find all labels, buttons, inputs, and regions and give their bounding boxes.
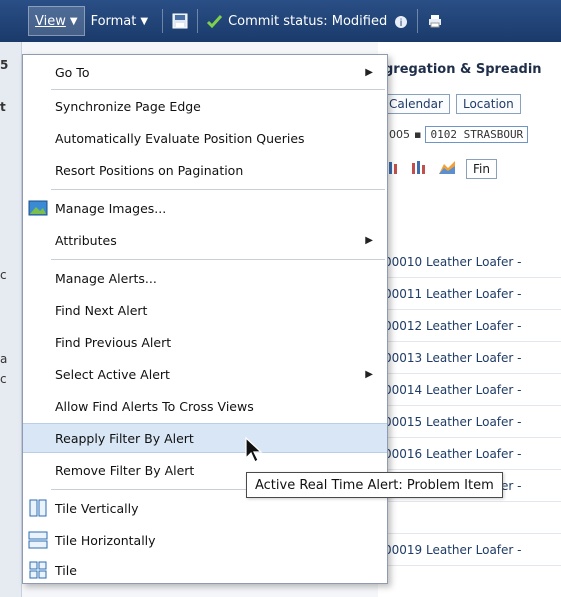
svg-text:i: i	[400, 18, 403, 29]
dimension-tabs: Calendar Location	[382, 94, 521, 114]
find-field[interactable]: Fin	[466, 159, 497, 179]
tile-grid-icon	[27, 561, 49, 579]
menu-item-label: Go To	[55, 64, 90, 80]
top-toolbar: View ▼ Format ▼ Commit status: Modified …	[0, 0, 561, 42]
menu-item-label: Allow Find Alerts To Cross Views	[55, 398, 254, 414]
menu-item-find-previous-alert[interactable]: Find Previous Alert	[23, 327, 387, 357]
menu-item-allow-cross-views[interactable]: Allow Find Alerts To Cross Views	[23, 391, 387, 421]
list-item[interactable]: 00014 Leather Loafer -	[378, 374, 561, 406]
area-chart-icon[interactable]	[438, 158, 456, 180]
menu-item-find-next-alert[interactable]: Find Next Alert	[23, 295, 387, 325]
image-icon	[27, 199, 49, 217]
chevron-down-icon: ▼	[69, 15, 78, 27]
tab-calendar[interactable]: Calendar	[382, 94, 450, 114]
list-item[interactable]: 00011 Leather Loafer -	[378, 278, 561, 310]
workbook-panel: gregation & Spreadin Calendar Location 2…	[378, 42, 561, 597]
view-menu-label: View	[35, 13, 66, 29]
left-panel-edge: 5 t c a c	[0, 42, 22, 597]
menu-item-label: Resort Positions on Pagination	[55, 162, 244, 178]
menu-item-label: Manage Alerts...	[55, 270, 157, 286]
left-strip-text: 5	[0, 58, 9, 72]
column-chart-icon[interactable]	[410, 158, 428, 180]
print-icon[interactable]	[426, 12, 444, 30]
chevron-down-icon: ▼	[140, 15, 149, 27]
menu-item-select-active-alert[interactable]: Select Active Alert ▶	[23, 359, 387, 389]
tile-vertical-icon	[27, 499, 49, 517]
submenu-arrow-icon: ▶	[365, 368, 373, 380]
menu-divider	[51, 89, 385, 90]
list-item[interactable]	[378, 502, 561, 534]
menu-item-synchronize-page-edge[interactable]: Synchronize Page Edge	[23, 91, 387, 121]
menu-item-resort-positions[interactable]: Resort Positions on Pagination	[23, 155, 387, 185]
commit-icon	[206, 12, 224, 30]
tab-location[interactable]: Location	[455, 94, 521, 114]
bullet-icon: ▪	[414, 128, 422, 141]
list-item[interactable]: 00010 Leather Loafer -	[378, 246, 561, 278]
info-icon[interactable]: i	[391, 12, 409, 30]
menu-item-reapply-filter-by-alert[interactable]: Reapply Filter By Alert	[23, 423, 387, 453]
list-item[interactable]: 00019 Leather Loafer -	[378, 534, 561, 566]
menu-item-label: Synchronize Page Edge	[55, 98, 201, 114]
menu-item-evaluate-position-queries[interactable]: Automatically Evaluate Position Queries	[23, 123, 387, 153]
list-item[interactable]: 00016 Leather Loafer -	[378, 438, 561, 470]
menu-item-label: Tile Vertically	[55, 500, 139, 516]
list-item[interactable]: 00013 Leather Loafer -	[378, 342, 561, 374]
item-list: 00010 Leather Loafer - 00011 Leather Loa…	[378, 246, 561, 566]
list-item[interactable]: 00015 Leather Loafer -	[378, 406, 561, 438]
toolbar-divider	[162, 9, 164, 33]
toolbar-divider	[197, 9, 199, 33]
left-strip-text: a	[0, 352, 8, 366]
menu-item-tile[interactable]: Tile	[23, 555, 387, 585]
menu-item-manage-alerts[interactable]: Manage Alerts...	[23, 263, 387, 293]
menu-item-label: Manage Images...	[55, 200, 167, 216]
mouse-cursor-icon	[245, 436, 263, 463]
menu-item-label: Remove Filter By Alert	[55, 462, 195, 478]
menu-item-label: Find Previous Alert	[55, 334, 172, 350]
alert-tooltip: Active Real Time Alert: Problem Item	[246, 472, 503, 498]
menu-item-label: Tile	[55, 562, 77, 578]
panel-title: gregation & Spreadin	[384, 62, 542, 77]
left-strip-text: c	[0, 268, 7, 282]
menu-divider	[51, 189, 385, 190]
format-menu-label: Format	[90, 13, 137, 29]
list-item[interactable]: 00012 Leather Loafer -	[378, 310, 561, 342]
commit-status-text: Commit status: Modified	[228, 13, 388, 29]
toolbar-divider	[417, 9, 419, 33]
menu-item-label: Find Next Alert	[55, 302, 148, 318]
menu-item-label: Tile Horizontally	[55, 532, 156, 548]
menu-item-go-to[interactable]: Go To ▶	[23, 57, 387, 87]
menu-item-tile-horizontally[interactable]: Tile Horizontally	[23, 525, 387, 555]
menu-item-label: Reapply Filter By Alert	[55, 430, 194, 446]
submenu-arrow-icon: ▶	[365, 234, 373, 246]
view-menu-button[interactable]: View ▼	[28, 6, 85, 36]
tile-horizontal-icon	[27, 531, 49, 549]
menu-item-manage-images[interactable]: Manage Images...	[23, 193, 387, 223]
filter-breadcrumb: 2005 ▪ 0102 STRASBOUR	[382, 126, 529, 143]
screen: View ▼ Format ▼ Commit status: Modified …	[0, 0, 561, 597]
submenu-arrow-icon: ▶	[365, 66, 373, 78]
left-strip-text: c	[0, 372, 7, 386]
chart-toolbar: Fin	[382, 158, 497, 180]
menu-item-label: Automatically Evaluate Position Queries	[55, 130, 305, 146]
view-menu: Go To ▶ Synchronize Page Edge Automatica…	[22, 54, 388, 584]
left-strip-text: t	[0, 100, 6, 114]
format-menu-button[interactable]: Format ▼	[85, 6, 155, 36]
menu-divider	[51, 259, 385, 260]
menu-item-label: Select Active Alert	[55, 366, 170, 382]
save-icon[interactable]	[171, 12, 189, 30]
menu-item-label: Attributes	[55, 232, 117, 248]
menu-item-attributes[interactable]: Attributes ▶	[23, 225, 387, 255]
location-filter-value[interactable]: 0102 STRASBOUR	[425, 126, 529, 143]
